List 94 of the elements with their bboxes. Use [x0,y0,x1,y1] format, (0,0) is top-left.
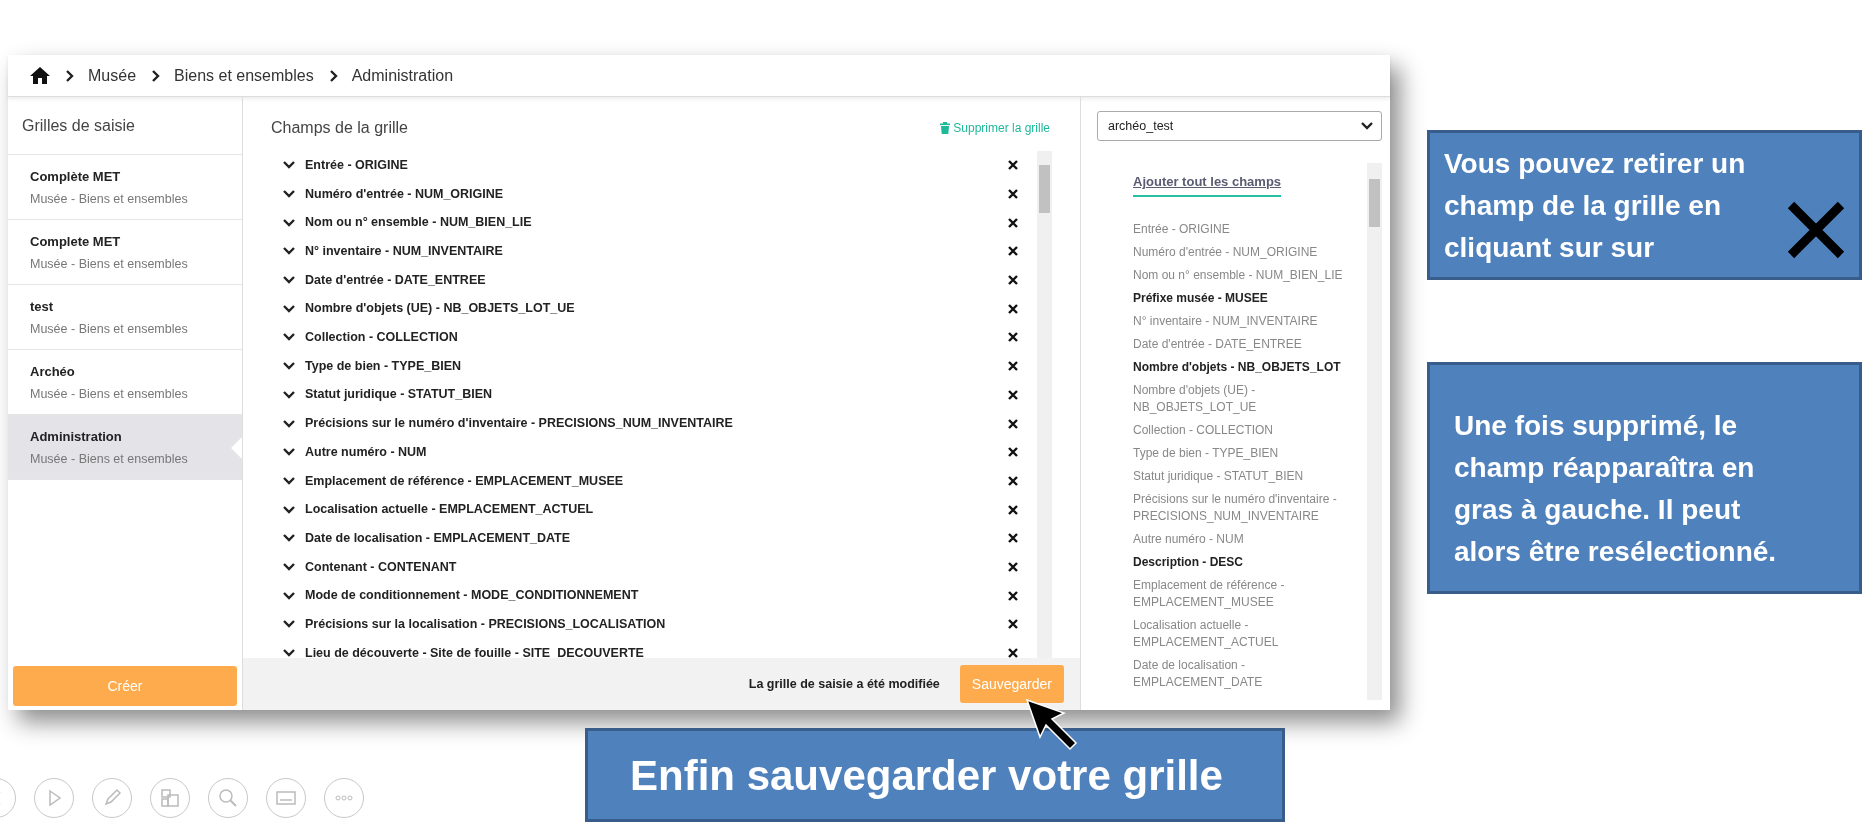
panel-title: Champs de la grille [271,118,408,138]
field-label: Date de localisation - EMPLACEMENT_DATE [305,529,572,547]
field-label: Statut juridique - STATUT_BIEN [305,386,494,404]
chevron-down-icon[interactable] [283,302,295,315]
caret-icon [1361,120,1373,132]
delete-grid-link[interactable]: Supprimer la grille [940,119,1050,137]
breadcrumb-link[interactable]: Biens et ensembles [174,63,314,88]
chevron-down-icon[interactable] [283,647,295,658]
callout-text: Enfin sauvegarder votre grille [630,750,1223,801]
close-icon[interactable] [1007,216,1019,229]
close-icon[interactable] [1007,532,1019,545]
field-option[interactable]: Statut juridique - STATUT_BIEN [1133,467,1355,485]
scrollbar[interactable] [1037,151,1052,658]
status-message: La grille de saisie a été modifiée [748,675,940,693]
close-icon [1787,201,1845,259]
search-icon [218,788,238,808]
close-icon[interactable] [1007,302,1019,315]
field-option[interactable]: Nombre d'objets (UE) - NB_OBJETS_LOT_UE [1133,381,1355,416]
field-option[interactable]: Numéro d'entrée - NUM_ORIGINE [1133,243,1355,261]
subtitles-icon [276,788,296,808]
close-icon[interactable] [1007,589,1019,602]
field-option[interactable]: Nom ou n° ensemble - NUM_BIEN_LIE [1133,266,1355,284]
field-label: Type de bien - TYPE_BIEN [305,357,463,375]
field-label: Contenant - CONTENANT [305,558,458,576]
close-icon[interactable] [1007,159,1019,172]
dropdown[interactable]: archéo_test [1097,111,1382,141]
cursor-arrow-icon [1024,697,1080,753]
close-icon[interactable] [1007,647,1019,658]
field-option[interactable]: Type de bien - TYPE_BIEN [1133,444,1355,462]
sidebar-item[interactable]: test Musée - Biens et ensembles [8,285,242,350]
save-button[interactable]: Sauvegarder [959,665,1064,703]
field-label: Nombre d'objets (UE) - NB_OBJETS_LOT_UE [305,300,576,318]
field-option[interactable]: Préfixe musée - MUSEE [1133,289,1355,307]
close-icon[interactable] [1007,360,1019,373]
chevron-right-icon [327,69,338,82]
close-icon[interactable] [1007,474,1019,487]
field-label: Précisions sur la localisation - PRECISIONS_LOCALISATION [305,615,667,633]
chevron-down-icon[interactable] [283,388,295,401]
field-label: Mode de conditionnement - MODE_CONDITIONNEMENT [305,587,640,605]
trash-icon [940,122,951,134]
breadcrumb-link[interactable]: Musée [88,63,137,88]
close-icon[interactable] [1007,274,1019,287]
add-all-link[interactable]: Ajouter tout les champs [1133,172,1282,197]
pen-icon [102,788,122,808]
field-option[interactable]: Date de localisation - EMPLACEMENT_DATE [1133,656,1355,691]
create-button[interactable]: Créer [13,666,237,706]
callout-text: Une fois supprimé, le champ réapparaîtra en gras à gauche. Il peut alors être resélectionné. [1454,410,1777,567]
breadcrumb-link[interactable]: Administration [351,63,454,88]
close-icon[interactable] [1007,446,1019,459]
field-option[interactable]: N° inventaire - NUM_INVENTAIRE [1133,312,1355,330]
chevron-right-icon [150,69,161,82]
close-icon[interactable] [1007,331,1019,344]
sidebar-item[interactable]: Complete MET Musée - Biens et ensembles [8,220,242,285]
field-option[interactable]: Date d'entrée - DATE_ENTREE [1133,335,1355,353]
sidebar-item[interactable]: Complète MET Musée - Biens et ensembles [8,155,242,220]
chevron-down-icon[interactable] [283,560,295,573]
chevron-down-icon[interactable] [283,216,295,229]
sidebar-title: Grilles de saisie [8,97,242,155]
close-icon[interactable] [1007,503,1019,516]
field-option[interactable]: Localisation actuelle - EMPLACEMENT_ACTUEL [1133,616,1355,651]
slides-icon [160,788,180,808]
field-option[interactable]: Précisions sur le numéro d'inventaire - PRECISIONS_NUM_INVENTAIRE [1133,490,1355,525]
field-label: Collection - COLLECTION [305,329,459,347]
chevron-down-icon[interactable] [283,589,295,602]
field-option[interactable]: Nombre d'objets - NB_OBJETS_LOT [1133,358,1355,376]
close-icon[interactable] [1007,388,1019,401]
field-label: Autre numéro - NUM [305,443,428,461]
field-label: N° inventaire - NUM_INVENTAIRE [305,243,504,261]
chevron-down-icon[interactable] [283,503,295,516]
field-label: Numéro d'entrée - NUM_ORIGINE [305,185,505,203]
close-icon[interactable] [1007,188,1019,201]
field-label: Entrée - ORIGINE [305,156,409,174]
close-icon[interactable] [1007,560,1019,573]
chevron-down-icon[interactable] [283,474,295,487]
field-option[interactable]: Collection - COLLECTION [1133,421,1355,439]
field-label: Emplacement de référence - EMPLACEMENT_MUSEE [305,472,625,490]
field-label: Localisation actuelle - EMPLACEMENT_ACTUEL [305,501,595,519]
sidebar-item[interactable]: Administration Musée - Biens et ensembles [8,415,242,480]
field-label: Date d'entrée - DATE_ENTREE [305,271,487,289]
field-option[interactable]: Emplacement de référence - EMPLACEMENT_MUSEE [1133,576,1355,611]
home-icon[interactable] [30,67,50,84]
chevron-down-icon[interactable] [283,417,295,430]
close-icon[interactable] [1007,245,1019,258]
callout-text: Vous pouvez retirer un champ de la grille en cliquant sur sur [1444,147,1747,265]
close-icon[interactable] [1007,618,1019,631]
field-option[interactable]: Entrée - ORIGINE [1133,220,1355,238]
field-label: Nom ou n° ensemble - NUM_BIEN_LIE [305,214,533,232]
field-label: Précisions sur le numéro d'inventaire - PRECISIONS_NUM_INVENTAIRE [305,415,734,433]
chevron-right-icon [64,69,74,82]
scrollbar[interactable] [1367,163,1382,700]
field-option[interactable]: Autre numéro - NUM [1133,530,1355,548]
field-label: Lieu de découverte - Site de fouille - SITE_DECOUVERTE [305,644,645,658]
close-icon[interactable] [1007,417,1019,430]
field-option[interactable]: Description - DESC [1133,553,1355,571]
